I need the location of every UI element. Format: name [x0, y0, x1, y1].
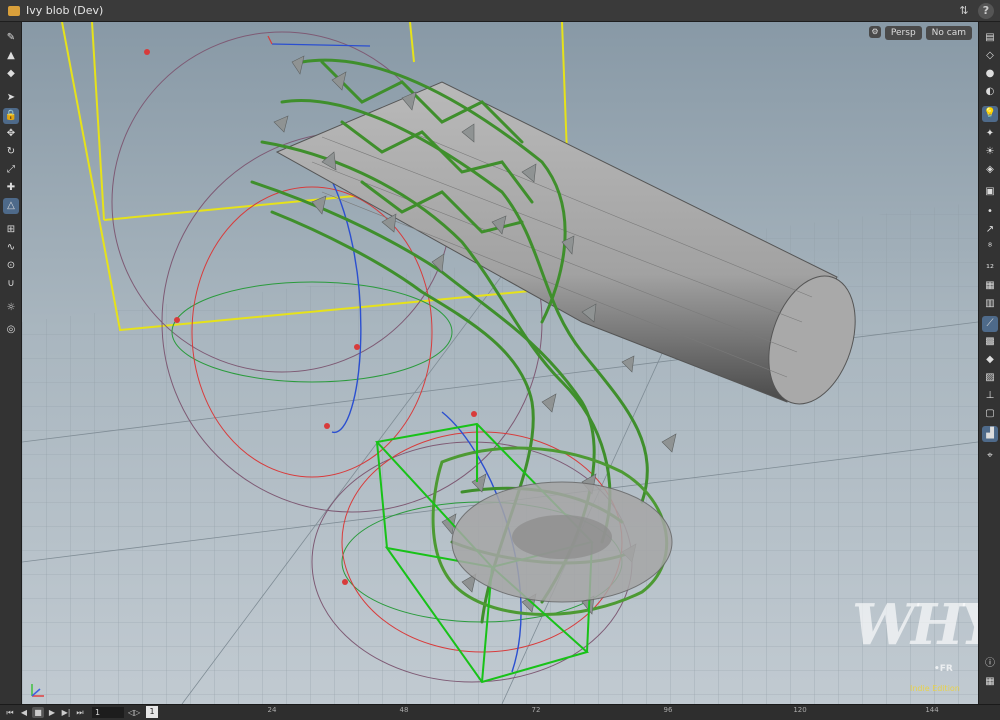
jump-end-icon[interactable]: ⏭: [74, 707, 86, 718]
frame-marker[interactable]: 1: [146, 706, 158, 718]
current-frame-input[interactable]: [92, 707, 124, 718]
help-icon[interactable]: ?: [978, 3, 994, 19]
texture-display-icon[interactable]: ▩: [982, 334, 998, 350]
ghost-other-icon[interactable]: ☀: [982, 144, 998, 160]
point-numbers-icon[interactable]: ₁₂: [982, 258, 998, 274]
render-region-icon[interactable]: ◎: [3, 322, 19, 338]
tick-label: 120: [793, 706, 807, 714]
light-bulb-icon[interactable]: 💡: [982, 106, 998, 122]
move-tool-icon[interactable]: ✥: [3, 126, 19, 142]
info-icon[interactable]: ⓘ: [982, 656, 998, 672]
handles-display-icon[interactable]: ⟋: [982, 316, 998, 332]
lighting-icon[interactable]: ◐: [982, 84, 998, 100]
uv-display-icon[interactable]: ▦: [982, 278, 998, 294]
select-arrow-icon[interactable]: ➤: [3, 90, 19, 106]
point-display-icon[interactable]: •: [982, 204, 998, 220]
location-pin-icon[interactable]: ⌖: [982, 448, 998, 464]
step-back-icon[interactable]: ◀: [18, 707, 30, 718]
tick-label: 24: [267, 706, 277, 714]
pose-tool-icon[interactable]: ✚: [3, 180, 19, 196]
wireframe-icon[interactable]: ◇: [982, 48, 998, 64]
lock-select-icon[interactable]: 🔒: [3, 108, 19, 124]
visualize-icon[interactable]: ◈: [982, 162, 998, 178]
color-tool-icon[interactable]: ◆: [3, 66, 19, 82]
snapshot-icon[interactable]: ▟: [982, 426, 998, 442]
primitive-numbers-icon[interactable]: ⁸: [982, 240, 998, 256]
jump-start-icon[interactable]: ⏮: [4, 707, 16, 718]
handle-tool-icon[interactable]: △: [3, 198, 19, 214]
stop-icon[interactable]: ■: [32, 707, 44, 718]
layout-grid-icon[interactable]: ▦: [982, 674, 998, 690]
camera-view-dropdown[interactable]: Persp: [884, 26, 922, 40]
watermark-subtext: •FR: [934, 664, 953, 674]
window-titlebar: Ivy blob (Dev) ⇅ ?: [0, 0, 1000, 22]
magnet-icon[interactable]: ∪: [3, 276, 19, 292]
pane-settings-icon[interactable]: ⇅: [956, 3, 972, 19]
tick-label: 144: [925, 706, 939, 714]
guide-display-icon[interactable]: ▨: [982, 370, 998, 386]
paint-tool-icon[interactable]: ▲: [3, 48, 19, 64]
scene-viewport[interactable]: ⚙ Persp No cam WHY •FR: [22, 22, 978, 704]
keyframe-nav-icon[interactable]: ◁▷: [128, 707, 140, 718]
normal-display-icon[interactable]: ↗: [982, 222, 998, 238]
scale-tool-icon[interactable]: ⤢: [3, 162, 19, 178]
left-tool-shelf: ✎ ▲ ◆ ➤ 🔒 ✥ ↻ ⤢ ✚ △ ⊞ ∿ ⊙ ∪ ☼ ◎: [0, 22, 22, 704]
viewport-view-menu: ⚙ Persp No cam: [868, 26, 972, 40]
snap-point-icon[interactable]: ⊙: [3, 258, 19, 274]
playbar: ⏮ ◀ ■ ▶ ▶| ⏭ ◁▷ 1 24 48 72 96 120 144: [0, 704, 1000, 720]
construction-plane-icon[interactable]: ⊥: [982, 388, 998, 404]
display-options-icon[interactable]: ▤: [982, 30, 998, 46]
template-display-icon[interactable]: ◆: [982, 352, 998, 368]
camera-select-dropdown[interactable]: No cam: [925, 26, 972, 40]
background-image-icon[interactable]: ▥: [982, 296, 998, 312]
camera-icon[interactable]: ▣: [982, 184, 998, 200]
right-display-shelf: ▤ ◇ ● ◐ 💡 ✦ ☀ ◈ ▣ • ↗ ⁸ ₁₂ ▦ ▥ ⟋ ▩ ◆ ▨ ⊥…: [978, 22, 1000, 704]
snap-curve-icon[interactable]: ∿: [3, 240, 19, 256]
view-settings-icon[interactable]: ⚙: [868, 26, 881, 38]
watermark-text: WHY: [852, 592, 978, 658]
world-axis-gizmo: [31, 684, 44, 697]
tick-label: 48: [399, 706, 409, 714]
window-title: Ivy blob (Dev): [26, 4, 104, 17]
play-icon[interactable]: ▶: [46, 707, 58, 718]
top-axis-handle: [267, 35, 371, 47]
snap-grid-icon[interactable]: ⊞: [3, 222, 19, 238]
rotate-tool-icon[interactable]: ↻: [3, 144, 19, 160]
tick-label: 96: [663, 706, 673, 714]
light-tool-icon[interactable]: ☼: [3, 300, 19, 316]
timeline-track[interactable]: 24 48 72 96 120 144: [160, 705, 980, 720]
safe-area-icon[interactable]: ▢: [982, 406, 998, 422]
torus-blob-mesh: [451, 481, 673, 603]
app-folder-icon: [8, 5, 20, 16]
smooth-shaded-icon[interactable]: ●: [982, 66, 998, 82]
headlight-icon[interactable]: ✦: [982, 126, 998, 142]
tick-label: 72: [531, 706, 541, 714]
edition-label: Indie Edition: [910, 684, 960, 693]
brush-tool-icon[interactable]: ✎: [3, 30, 19, 46]
step-forward-icon[interactable]: ▶|: [60, 707, 72, 718]
scene-canvas[interactable]: [22, 22, 978, 704]
